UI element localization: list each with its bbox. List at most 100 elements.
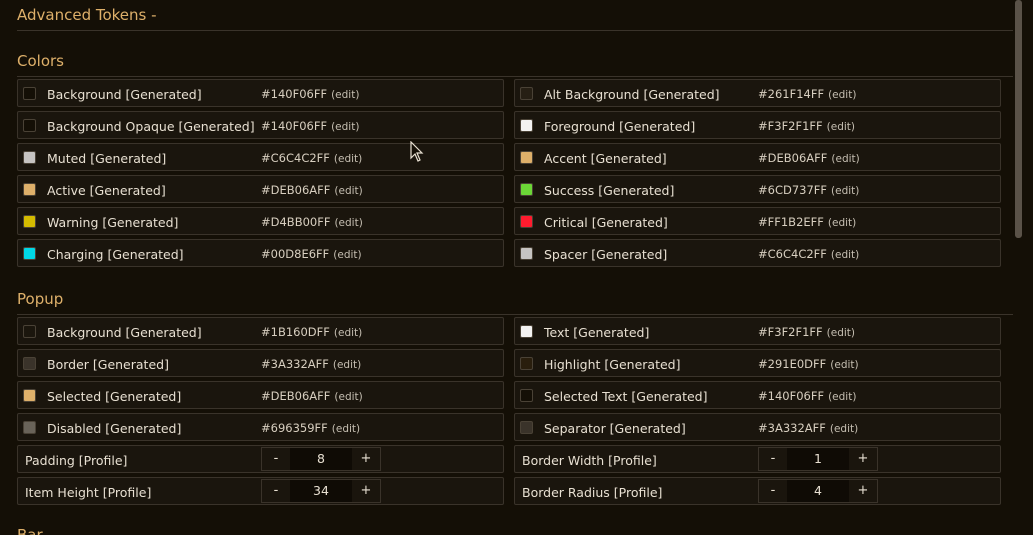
color-swatch[interactable]	[520, 87, 533, 100]
hex-text: #00D8E6FF	[261, 247, 330, 261]
token-label: Background [Generated]	[47, 325, 202, 340]
edit-link[interactable]: (edit)	[334, 391, 362, 403]
color-swatch[interactable]	[23, 247, 36, 260]
color-swatch[interactable]	[23, 325, 36, 338]
edit-link[interactable]: (edit)	[830, 359, 858, 371]
edit-link[interactable]: (edit)	[828, 391, 856, 403]
edit-link[interactable]: (edit)	[831, 249, 859, 261]
color-swatch[interactable]	[23, 389, 36, 402]
token-hex-value: #DEB06AFF (edit)	[261, 389, 363, 403]
stepper-value-input[interactable]: 4	[787, 480, 849, 502]
color-swatch[interactable]	[520, 389, 533, 402]
stepper-value-input[interactable]: 1	[787, 448, 849, 470]
decrement-button[interactable]: -	[759, 448, 787, 470]
token-label: Spacer [Generated]	[544, 247, 668, 262]
color-token-row: Text [Generated] #F3F2F1FF (edit)	[514, 317, 1001, 345]
edit-link[interactable]: (edit)	[332, 423, 360, 435]
color-swatch[interactable]	[23, 357, 36, 370]
increment-button[interactable]: +	[849, 480, 877, 502]
decrement-button[interactable]: -	[262, 448, 290, 470]
token-hex-value: #00D8E6FF (edit)	[261, 247, 362, 261]
token-hex-value: #3A332AFF (edit)	[758, 421, 858, 435]
color-swatch[interactable]	[520, 357, 533, 370]
edit-link[interactable]: (edit)	[334, 185, 362, 197]
token-label: Border [Generated]	[47, 357, 169, 372]
edit-link[interactable]: (edit)	[831, 153, 859, 165]
edit-link[interactable]: (edit)	[333, 359, 361, 371]
color-token-row: Critical [Generated] #FF1B2EFF (edit)	[514, 207, 1001, 235]
token-hex-value: #DEB06AFF (edit)	[758, 151, 860, 165]
hex-text: #3A332AFF	[261, 357, 329, 371]
token-hex-value: #F3F2F1FF (edit)	[758, 119, 855, 133]
color-swatch[interactable]	[23, 151, 36, 164]
token-label: Critical [Generated]	[544, 215, 668, 230]
stepper-value-input[interactable]: 34	[290, 480, 352, 502]
token-label: Selected [Generated]	[47, 389, 182, 404]
stepper-value-input[interactable]: 8	[290, 448, 352, 470]
edit-link[interactable]: (edit)	[830, 423, 858, 435]
increment-button[interactable]: +	[849, 448, 877, 470]
hex-text: #F3F2F1FF	[758, 119, 823, 133]
page-title[interactable]: Advanced Tokens -	[17, 6, 157, 24]
color-swatch[interactable]	[520, 421, 533, 434]
color-token-row: Border [Generated] #3A332AFF (edit)	[17, 349, 504, 377]
token-label: Warning [Generated]	[47, 215, 179, 230]
hex-text: #140F06FF	[758, 389, 825, 403]
hex-text: #D4BB00FF	[261, 215, 331, 229]
color-swatch[interactable]	[520, 183, 533, 196]
scrollbar-thumb[interactable]	[1015, 0, 1022, 238]
edit-link[interactable]: (edit)	[331, 121, 359, 133]
color-swatch[interactable]	[23, 421, 36, 434]
token-label: Muted [Generated]	[47, 151, 167, 166]
edit-link[interactable]: (edit)	[828, 217, 856, 229]
color-token-row: Accent [Generated] #DEB06AFF (edit)	[514, 143, 1001, 171]
color-swatch[interactable]	[23, 215, 36, 228]
value-stepper: -34 +	[261, 479, 381, 503]
token-label: Active [Generated]	[47, 183, 166, 198]
color-swatch[interactable]	[520, 215, 533, 228]
color-swatch[interactable]	[520, 119, 533, 132]
token-hex-value: #C6C4C2FF (edit)	[261, 151, 362, 165]
increment-button[interactable]: +	[352, 480, 380, 502]
color-token-row: Selected [Generated] #DEB06AFF (edit)	[17, 381, 504, 409]
edit-link[interactable]: (edit)	[827, 121, 855, 133]
token-hex-value: #140F06FF (edit)	[261, 119, 359, 133]
color-token-row: Success [Generated] #6CD737FF (edit)	[514, 175, 1001, 203]
section-divider-popup	[17, 314, 1013, 315]
edit-link[interactable]: (edit)	[334, 153, 362, 165]
edit-link[interactable]: (edit)	[331, 89, 359, 101]
color-token-row: Disabled [Generated] #696359FF (edit)	[17, 413, 504, 441]
hex-text: #C6C4C2FF	[758, 247, 827, 261]
color-swatch[interactable]	[520, 247, 533, 260]
edit-link[interactable]: (edit)	[333, 249, 361, 261]
color-swatch[interactable]	[23, 119, 36, 132]
edit-link[interactable]: (edit)	[827, 327, 855, 339]
decrement-button[interactable]: -	[262, 480, 290, 502]
hex-text: #3A332AFF	[758, 421, 826, 435]
edit-link[interactable]: (edit)	[831, 185, 859, 197]
edit-link[interactable]: (edit)	[334, 327, 362, 339]
token-hex-value: #140F06FF (edit)	[758, 389, 856, 403]
color-swatch[interactable]	[23, 87, 36, 100]
edit-link[interactable]: (edit)	[828, 89, 856, 101]
token-label: Selected Text [Generated]	[544, 389, 708, 404]
value-stepper: -8 +	[261, 447, 381, 471]
token-hex-value: #C6C4C2FF (edit)	[758, 247, 859, 261]
number-token-row: Border Width [Profile] -1 +	[514, 445, 1001, 473]
color-swatch[interactable]	[520, 151, 533, 164]
number-token-row: Border Radius [Profile] -4 +	[514, 477, 1001, 505]
color-token-row: Separator [Generated] #3A332AFF (edit)	[514, 413, 1001, 441]
color-token-row: Background [Generated] #140F06FF (edit)	[17, 79, 504, 107]
decrement-button[interactable]: -	[759, 480, 787, 502]
hex-text: #DEB06AFF	[261, 389, 331, 403]
token-label: Foreground [Generated]	[544, 119, 696, 134]
color-swatch[interactable]	[23, 183, 36, 196]
token-label: Highlight [Generated]	[544, 357, 681, 372]
value-stepper: -4 +	[758, 479, 878, 503]
hex-text: #140F06FF	[261, 87, 328, 101]
edit-link[interactable]: (edit)	[334, 217, 362, 229]
token-label: Border Radius [Profile]	[522, 485, 663, 500]
advanced-tokens-page: Advanced Tokens - Colors Background [Gen…	[0, 0, 1033, 535]
increment-button[interactable]: +	[352, 448, 380, 470]
color-swatch[interactable]	[520, 325, 533, 338]
